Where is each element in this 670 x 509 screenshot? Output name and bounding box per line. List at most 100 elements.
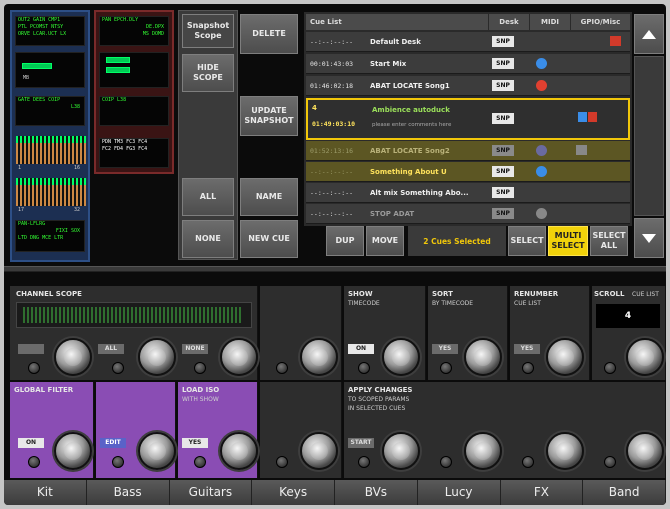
midi-event-icon [536,208,547,219]
rotary-encoder[interactable] [300,432,338,470]
encoder-button[interactable] [276,362,288,374]
scope-panel-text: DE.DPX [145,24,164,30]
tab-fx[interactable]: FX [500,480,584,505]
rotary-encoder[interactable] [54,432,92,470]
encoder-button[interactable] [28,362,40,374]
rotary-encoder[interactable] [464,338,502,376]
cue-scrollbar[interactable] [634,56,664,216]
encoder-button[interactable] [194,362,206,374]
rotary-encoder[interactable] [626,338,664,376]
selected-cue-comment[interactable]: please enter comments here [372,122,451,128]
tab-band[interactable]: Band [583,480,666,505]
encoder-button[interactable] [522,456,534,468]
channel-scope-strip: CHANNEL SCOPE ALL NONE [10,286,258,380]
rotary-encoder[interactable] [138,338,176,376]
encoder-button[interactable] [440,456,452,468]
desk-snapshot-badge[interactable]: SNP [492,36,514,47]
dup-button[interactable]: DUP [326,226,364,256]
channel-scope-none-button[interactable]: NONE [182,344,208,354]
select-button[interactable]: SELECT [508,226,546,256]
encoder-button[interactable] [276,456,288,468]
scope-panel[interactable]: OUT2 GAIN CMP1 PTL PCOMST NTSY ORVE LCAR… [15,16,85,46]
desk-snapshot-badge[interactable]: SNP [492,80,514,91]
rotary-encoder[interactable] [300,338,338,376]
desk-snapshot-badge[interactable]: SNP [492,208,514,219]
rotary-encoder[interactable] [138,432,176,470]
cue-row[interactable]: --:--:--:-- Default Desk SNP [306,32,630,52]
scope-toggle[interactable] [18,344,44,354]
cue-row[interactable]: --:--:--:-- Alt mix Something Abo... SNP [306,183,630,203]
encoder-button[interactable] [358,362,370,374]
encoder-button[interactable] [112,456,124,468]
load-iso-toggle[interactable]: YES [182,438,208,448]
sort-toggle[interactable]: YES [432,344,458,354]
cue-name: Alt mix Something Abo... [370,189,469,197]
channel-scope-all-button[interactable]: ALL [98,344,124,354]
update-snapshot-button[interactable]: UPDATE SNAPSHOT [240,96,298,136]
tab-keys[interactable]: Keys [252,480,335,505]
cue-list-header: Cue List [306,14,488,30]
scope-column-1: OUT2 GAIN CMP1 PTL PCOMST NTSY ORVE LCAR… [10,10,90,262]
encoder-button[interactable] [194,456,206,468]
tab-kit[interactable]: Kit [4,480,87,505]
scope-panel[interactable]: PAN-LFLRG FIXI SOX LTD DNG MCE LTR [15,220,85,252]
move-button[interactable]: MOVE [366,226,404,256]
cue-row[interactable]: --:--:--:-- Something About U SNP [306,162,630,182]
rotary-encoder[interactable] [382,338,420,376]
rotary-encoder[interactable] [382,432,420,470]
rotary-encoder[interactable] [626,432,664,470]
tab-lucy[interactable]: Lucy [417,480,501,505]
tab-bass[interactable]: Bass [86,480,170,505]
multi-select-button[interactable]: MULTI SELECT [548,226,588,256]
encoder-button[interactable] [604,362,616,374]
cue-row[interactable]: --:--:--:-- STOP ADAT SNP [306,204,630,224]
scope-panel[interactable]: GATE DEES COIP L38 [15,96,85,126]
apply-changes-start-button[interactable]: START [348,438,374,448]
scope-panel[interactable]: PDN TM3 FC3 FC4 FC2 FD4 FG3 FC4 [99,138,169,168]
show-timecode-toggle[interactable]: ON [348,344,374,354]
desk-snapshot-badge[interactable]: SNP [492,166,514,177]
scope-panel[interactable]: MB [15,52,85,88]
scope-panel[interactable]: COIP L38 [99,96,169,126]
new-cue-button[interactable]: NEW CUE [240,220,298,258]
tab-bvs[interactable]: BVs [335,480,418,505]
meter-scale-left: 1 [18,165,22,171]
scope-all-button[interactable]: ALL [182,178,234,216]
name-button[interactable]: NAME [240,178,298,216]
cue-row[interactable]: 00:01:43:03 Start Mix SNP [306,54,630,74]
encoder-button[interactable] [522,362,534,374]
rotary-encoder[interactable] [464,432,502,470]
encoder-button[interactable] [440,362,452,374]
tab-guitars[interactable]: Guitars [169,480,253,505]
rotary-encoder[interactable] [220,338,258,376]
encoder-button[interactable] [604,456,616,468]
cue-timecode: --:--:--:-- [310,189,354,197]
desk-snapshot-badge[interactable]: SNP [492,187,514,198]
surface-screen: OUT2 GAIN CMP1 PTL PCOMST NTSY ORVE LCAR… [4,4,666,505]
rotary-encoder[interactable] [220,432,258,470]
scroll-down-button[interactable] [634,218,664,258]
scope-panel[interactable]: M3 [99,52,169,88]
encoder-button[interactable] [358,456,370,468]
hide-scope-button[interactable]: HIDE SCOPE [182,54,234,92]
selected-cue-row[interactable]: 4 01:49:03:10 Ambience autoduck please e… [306,98,630,140]
rotary-encoder[interactable] [546,432,584,470]
cue-row[interactable]: 01:46:02:18 ABAT LOCATE Song1 SNP [306,76,630,96]
renumber-toggle[interactable]: YES [514,344,540,354]
rotary-encoder[interactable] [54,338,92,376]
selected-cue-timecode: 01:49:03:10 [312,120,356,128]
desk-snapshot-badge[interactable]: SNP [492,58,514,69]
encoder-button[interactable] [112,362,124,374]
scope-panel[interactable]: PAN EPCH.DLY DE.DPX MS DOMD [99,16,169,46]
scope-none-button[interactable]: NONE [182,220,234,258]
desk-snapshot-badge[interactable]: SNP [492,113,514,124]
select-all-button[interactable]: SELECT ALL [590,226,628,256]
encoder-button[interactable] [28,456,40,468]
desk-snapshot-badge[interactable]: SNP [492,145,514,156]
rotary-encoder[interactable] [546,338,584,376]
cue-row[interactable]: 01:52:13:16 ABAT LOCATE Song2 SNP [306,141,630,161]
filter-edit-button[interactable]: EDIT [100,438,126,448]
delete-button[interactable]: DELETE [240,14,298,54]
global-filter-toggle[interactable]: ON [18,438,44,448]
scroll-up-button[interactable] [634,14,664,54]
